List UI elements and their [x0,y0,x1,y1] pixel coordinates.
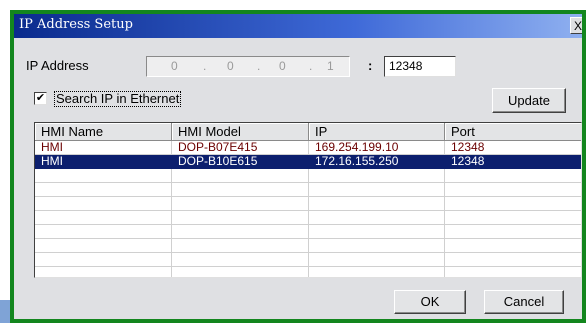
update-button[interactable]: Update [492,88,566,113]
ip-octet-4: 1 [327,59,334,73]
cell-hmi-name: HMI [35,155,172,169]
hmi-list-table[interactable]: HMI Name HMI Model IP Port HMI DOP-B07E4… [34,122,582,278]
cell-hmi-name: HMI [35,141,172,155]
column-header-ip[interactable]: IP [309,123,445,141]
title-bar[interactable]: IP Address Setup X [14,14,582,38]
empty-row [35,211,581,225]
column-header-port[interactable]: Port [445,123,581,141]
ip-octet-1: 0 [171,59,178,73]
cell-port: 12348 [445,155,581,169]
search-ip-label[interactable]: Search IP in Ethernet [54,91,182,107]
cell-hmi-model: DOP-B10E615 [172,155,309,169]
cell-hmi-model: DOP-B07E415 [172,141,309,155]
search-ip-checkbox[interactable]: ✔ [34,92,47,105]
empty-row [35,183,581,197]
port-separator: : [368,58,373,73]
column-header-hmi-model[interactable]: HMI Model [172,123,309,141]
ip-dot-3: . [309,59,313,73]
empty-row [35,253,581,267]
close-button[interactable]: X [570,17,582,34]
empty-row [35,197,581,211]
ip-octet-3: 0 [279,59,286,73]
cell-ip: 169.254.199.10 [309,141,445,155]
ip-dot-2: . [257,59,261,73]
dialog-title: IP Address Setup [19,17,133,32]
cell-ip: 172.16.155.250 [309,155,445,169]
empty-row [35,267,581,277]
empty-row [35,225,581,239]
table-header: HMI Name HMI Model IP Port [35,123,581,141]
column-header-hmi-name[interactable]: HMI Name [35,123,172,141]
table-row[interactable]: HMI DOP-B07E415 169.254.199.10 12348 [35,141,581,155]
ip-dot-1: . [203,59,207,73]
cell-port: 12348 [445,141,581,155]
empty-row [35,239,581,253]
empty-row [35,169,581,183]
ok-button[interactable]: OK [394,290,466,314]
ip-address-field[interactable]: 0 . 0 . 0 . 1 [146,56,350,77]
ip-address-setup-dialog: IP Address Setup X IP Address 0 . 0 . 0 … [10,10,586,323]
port-input[interactable]: 12348 [384,56,456,77]
ip-address-label: IP Address [26,58,89,73]
table-row-selected[interactable]: HMI DOP-B10E615 172.16.155.250 12348 [35,155,581,169]
ip-octet-2: 0 [227,59,234,73]
cancel-button[interactable]: Cancel [484,290,564,314]
